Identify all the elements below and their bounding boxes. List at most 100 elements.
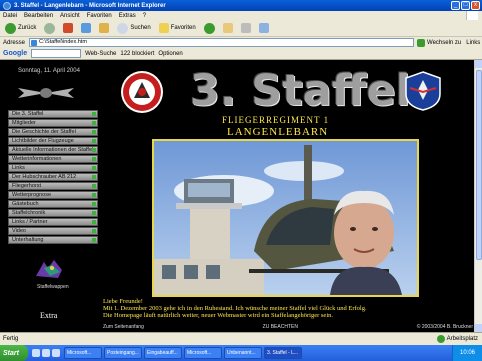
links-label[interactable]: Links: [466, 40, 480, 46]
welcome-line: Die Homepage läuft natürlich weiter, neu…: [103, 312, 334, 319]
page-viewport: Sonntag, 11. April 2004 Die 3. Staffel M…: [0, 60, 474, 332]
taskbar-item-active[interactable]: 3. Staffel - L...: [264, 347, 302, 359]
menu-file[interactable]: Datei: [3, 13, 17, 19]
scroll-up-button[interactable]: [475, 60, 482, 68]
window-titlebar: 3. Staffel - Langenlebarn - Microsoft In…: [0, 0, 482, 11]
taskbar-item[interactable]: Microsoft...: [184, 347, 222, 359]
subtitle-regiment: FLIEGERREGIMENT 1: [222, 115, 330, 125]
nav-item[interactable]: Wetterinformationen: [8, 155, 98, 163]
notice-link[interactable]: ZU BEACHTEN: [263, 324, 298, 330]
helicopter-photo: [152, 139, 419, 297]
go-button[interactable]: Wechseln zu: [417, 38, 462, 47]
taskbar-item[interactable]: Posteingang...: [104, 347, 142, 359]
edit-icon: [258, 23, 269, 33]
extra-link[interactable]: Extra: [40, 311, 57, 320]
sidebar-nav: Die 3. Staffel Mitglieder Die Geschichte…: [8, 110, 98, 245]
google-toolbar: Google Web-Suche 122 blockiert Optionen: [0, 48, 482, 60]
print-button[interactable]: [239, 22, 253, 35]
nav-item[interactable]: Staffelchronik: [8, 209, 98, 217]
quick-launch-mail-icon[interactable]: [52, 349, 60, 357]
google-search-input[interactable]: [31, 49, 82, 58]
go-label: Wechseln zu: [427, 39, 462, 46]
taskbar: Start Microsoft... Posteingang... Eingab…: [0, 345, 482, 361]
wolf-mascot-icon: [36, 260, 62, 278]
home-button[interactable]: [97, 22, 111, 35]
back-button[interactable]: Zurück: [3, 22, 38, 35]
close-button[interactable]: x: [471, 1, 480, 10]
nav-item[interactable]: Mitglieder: [8, 119, 98, 127]
nav-item[interactable]: Wetterprognose: [8, 191, 98, 199]
favorites-button[interactable]: Favoriten: [157, 22, 198, 35]
back-label: Zurück: [18, 25, 37, 31]
home-icon: [99, 23, 110, 33]
menu-help[interactable]: ?: [143, 13, 146, 19]
nav-item[interactable]: Die 3. Staffel: [8, 110, 98, 118]
page-heading: 3. Staffel: [190, 66, 411, 116]
stop-icon: [63, 23, 74, 33]
wings-logo-icon: [18, 88, 74, 98]
nav-item[interactable]: Video: [8, 227, 98, 235]
options-button[interactable]: Optionen: [158, 51, 182, 57]
quick-launch-ie-icon[interactable]: [32, 349, 40, 357]
address-input[interactable]: C:\Staffel\index.htm: [29, 38, 415, 47]
page-date: Sonntag, 11. April 2004: [18, 68, 80, 74]
mail-button[interactable]: [221, 22, 235, 35]
maximize-button[interactable]: □: [461, 1, 470, 10]
web-search-button[interactable]: Web-Suche: [85, 51, 116, 57]
page-footer: Zum Seitenanfang ZU BEACHTEN © 2003/2004…: [103, 324, 473, 330]
refresh-button[interactable]: [79, 22, 93, 35]
search-button[interactable]: Suchen: [115, 22, 152, 35]
menu-view[interactable]: Ansicht: [60, 13, 80, 19]
address-bar: Adresse C:\Staffel\index.htm Wechseln zu…: [0, 37, 482, 48]
edit-button[interactable]: [257, 22, 271, 35]
menu-edit[interactable]: Bearbeiten: [24, 13, 53, 19]
history-button[interactable]: [202, 22, 217, 35]
wolf-caption: Staffelwappen: [37, 284, 69, 290]
forward-arrow-icon: [44, 22, 56, 34]
address-label: Adresse: [3, 39, 26, 46]
security-zone: Arbeitsplatz: [436, 335, 478, 343]
forward-button[interactable]: [42, 22, 57, 35]
taskbar-item[interactable]: Microsoft...: [64, 347, 102, 359]
back-arrow-icon: [5, 22, 16, 34]
popup-blocked-button[interactable]: 122 blockiert: [120, 51, 154, 57]
menu-bar: Datei Bearbeiten Ansicht Favoriten Extra…: [0, 11, 482, 20]
menu-tools[interactable]: Extras: [119, 13, 136, 19]
nav-item[interactable]: Lichtbilder der Flugzeuge: [8, 137, 98, 145]
nav-item[interactable]: Aktuelle Informationen der Staffel: [8, 146, 98, 154]
squadron-emblem-icon: [121, 71, 163, 113]
start-button[interactable]: Start: [0, 345, 28, 361]
welcome-line: Liebe Freunde!: [103, 298, 143, 305]
nav-item[interactable]: Unterhaltung: [8, 236, 98, 244]
quick-launch-desktop-icon[interactable]: [42, 349, 50, 357]
taskbar-item[interactable]: Eingabeauff...: [144, 347, 182, 359]
system-tray-clock: 10:06: [452, 345, 482, 361]
nav-item[interactable]: Die Geschichte der Staffel: [8, 128, 98, 136]
scroll-thumb[interactable]: [476, 70, 482, 260]
minimize-button[interactable]: _: [451, 1, 460, 10]
zone-label: Arbeitsplatz: [446, 336, 478, 342]
helicopter-photo-image: [154, 141, 417, 295]
printer-icon: [240, 23, 251, 33]
menu-favorites[interactable]: Favoriten: [87, 13, 112, 19]
scroll-down-button[interactable]: [475, 324, 482, 332]
window-title: 3. Staffel - Langenlebarn - Microsoft In…: [14, 2, 166, 9]
nav-item[interactable]: Fliegerhorst: [8, 182, 98, 190]
nav-item[interactable]: Links: [8, 164, 98, 172]
task-list: Microsoft... Posteingang... Eingabeauff.…: [64, 347, 302, 359]
search-label: Suchen: [130, 25, 151, 31]
window-controls: _ □ x: [451, 1, 480, 10]
stop-button[interactable]: [61, 22, 75, 35]
nav-item[interactable]: Gästebuch: [8, 200, 98, 208]
nav-item[interactable]: Der Hubschrauber AB 212: [8, 173, 98, 181]
nav-item[interactable]: Links / Partner: [8, 218, 98, 226]
vertical-scrollbar[interactable]: [474, 60, 482, 332]
history-icon: [203, 22, 215, 34]
back-to-top-link[interactable]: Zum Seitenanfang: [103, 324, 144, 330]
google-logo[interactable]: Google: [3, 50, 27, 57]
star-icon: [158, 23, 169, 33]
taskbar-item[interactable]: Unbenannt...: [224, 347, 262, 359]
standard-toolbar: Zurück Suchen Favoriten: [0, 20, 482, 37]
subtitle-location: LANGENLEBARN: [227, 126, 329, 138]
windows-logo-icon: [466, 11, 478, 20]
